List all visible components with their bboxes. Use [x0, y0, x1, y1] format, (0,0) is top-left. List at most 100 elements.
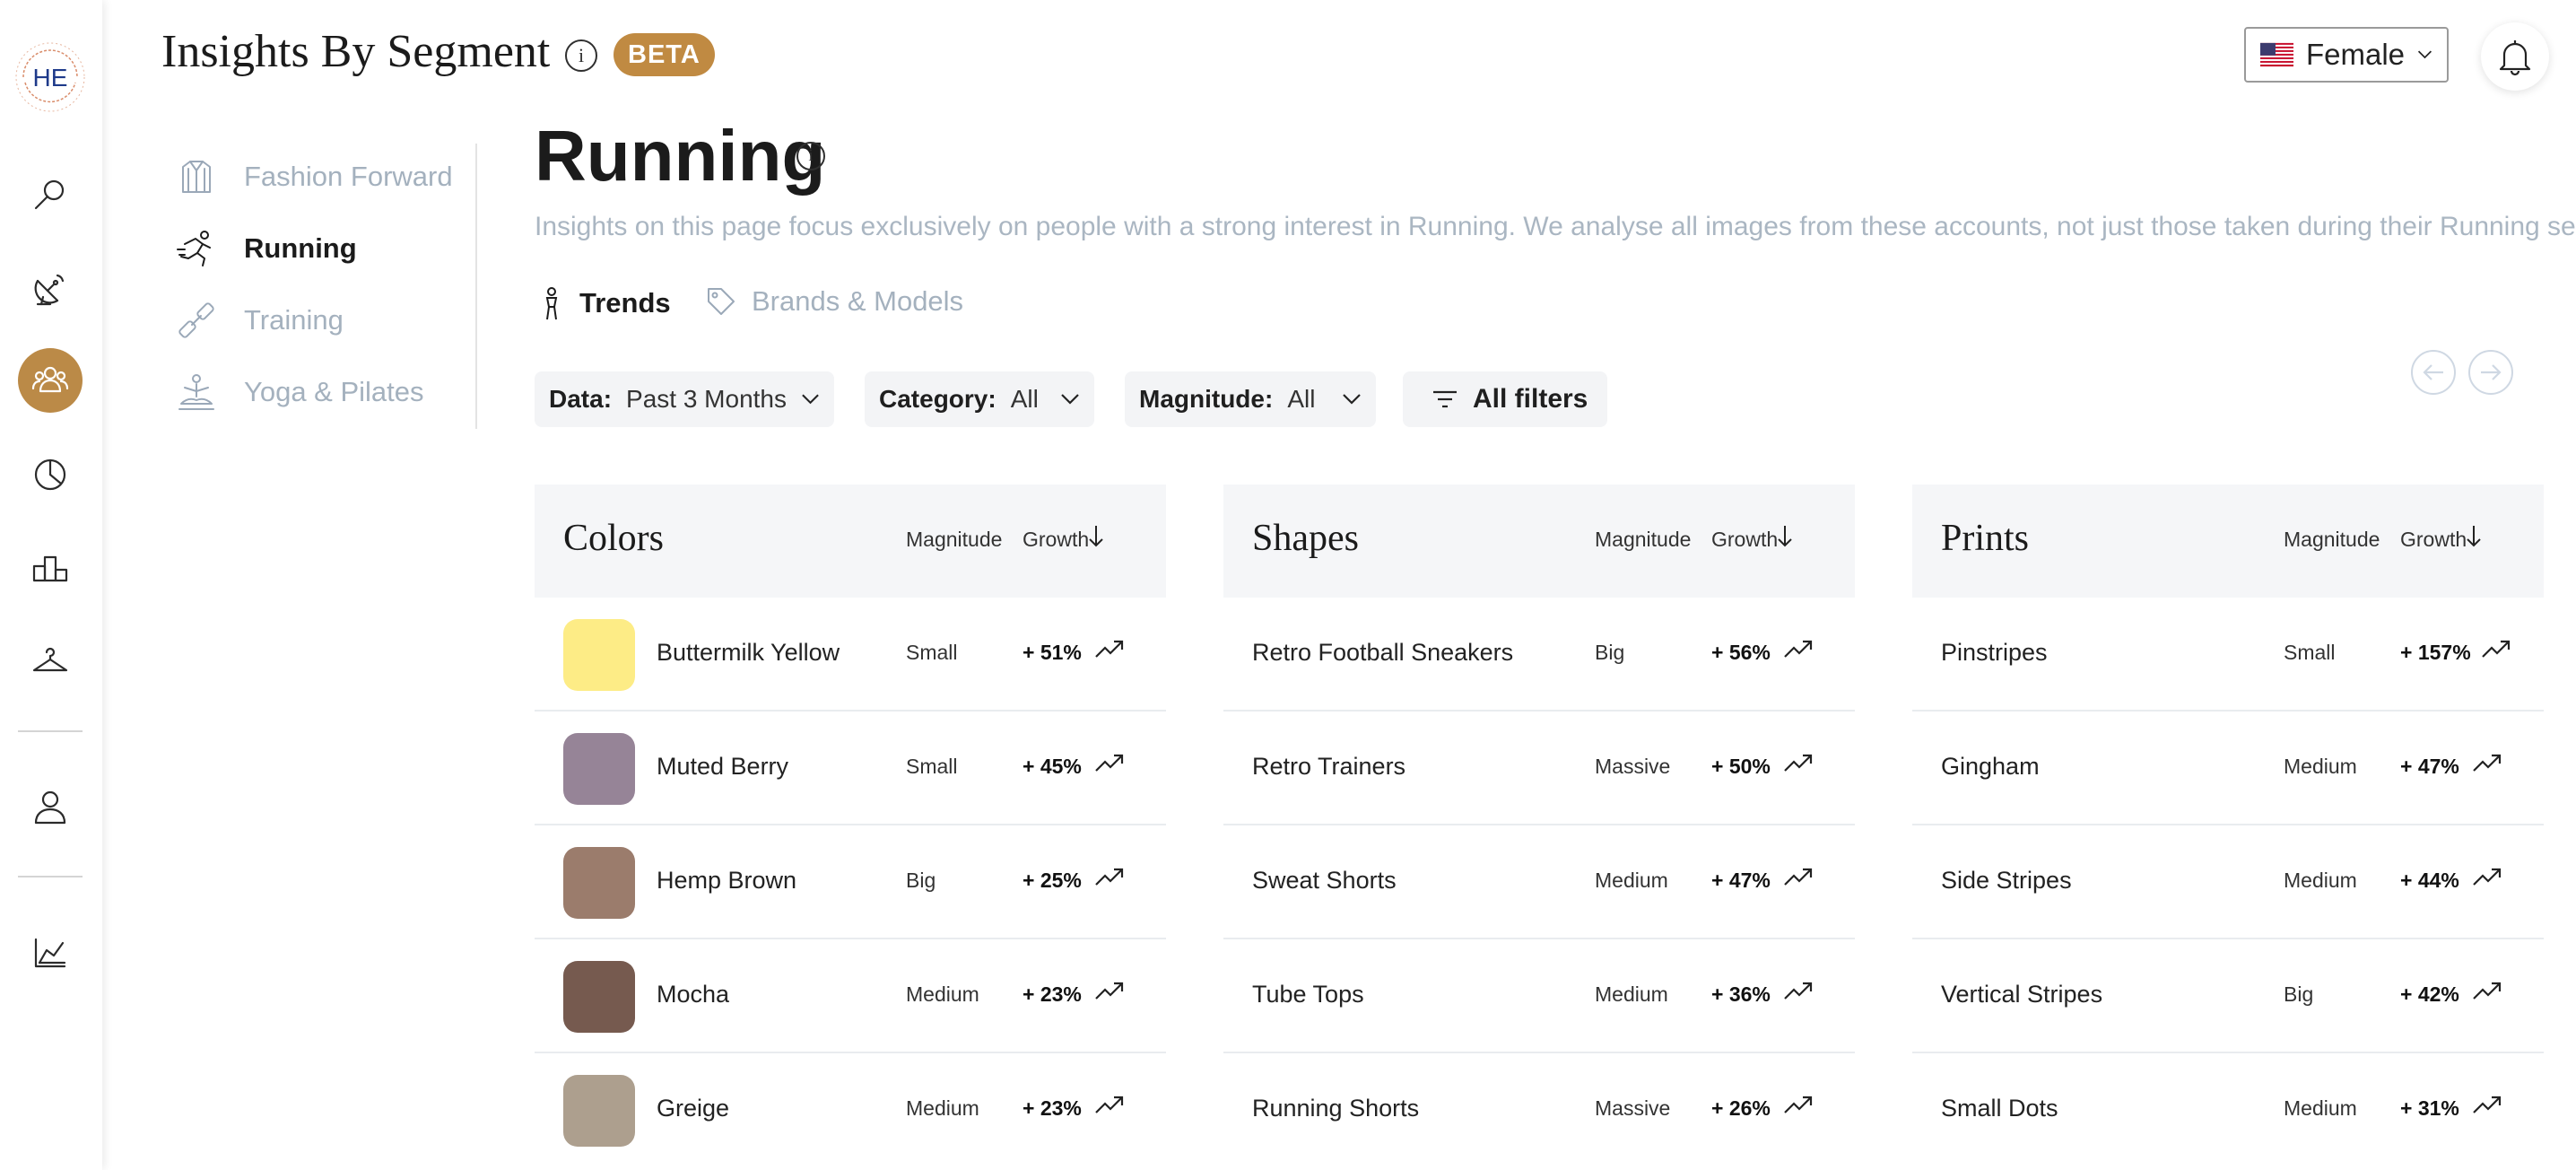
row-growth: + 44% — [2400, 869, 2459, 892]
trending-up-icon — [1095, 640, 1124, 658]
filter-key: Magnitude: — [1139, 385, 1274, 413]
tab-brands-models[interactable]: Brands & Models — [705, 285, 963, 318]
row-magnitude: Small — [2284, 641, 2336, 664]
search-icon[interactable] — [24, 169, 76, 221]
scroll-right-button[interactable] — [2468, 350, 2513, 395]
hanger-icon[interactable] — [24, 635, 76, 687]
trending-up-icon — [1095, 1096, 1124, 1113]
row-growth: + 47% — [1711, 869, 1771, 892]
page-description: Insights on this page focus exclusively … — [535, 212, 2576, 241]
row-magnitude: Massive — [1595, 755, 1671, 778]
category-filter[interactable]: Category: All — [865, 371, 1094, 427]
filter-icon — [1433, 390, 1457, 408]
podium-icon[interactable] — [24, 542, 76, 594]
growth-column-header[interactable]: Growth — [2400, 528, 2467, 552]
table-row[interactable]: Vertical Stripes Big + 42% — [1912, 939, 2544, 1053]
trending-up-icon — [1095, 982, 1124, 1000]
trend-icon — [545, 287, 558, 320]
info-icon[interactable]: i — [565, 39, 597, 72]
sort-down-icon[interactable] — [1776, 524, 1794, 549]
segment-item-fashion-forward[interactable]: Fashion Forward — [176, 156, 453, 197]
notifications-button[interactable] — [2481, 22, 2549, 91]
all-filters-button[interactable]: All filters — [1403, 371, 1607, 427]
filter-value: All — [1010, 385, 1039, 413]
magnitude-column-header[interactable]: Magnitude — [906, 528, 1002, 552]
segment-label: Fashion Forward — [244, 161, 453, 192]
row-name: Small Dots — [1941, 1095, 2058, 1122]
table-row[interactable]: Retro Trainers Massive + 50% — [1223, 712, 1855, 825]
table-row[interactable]: Mocha Medium + 23% — [535, 939, 1166, 1053]
trending-up-icon — [2482, 640, 2511, 658]
table-row[interactable]: Muted Berry Small + 45% — [535, 712, 1166, 825]
trending-up-icon — [1784, 982, 1813, 1000]
table-row[interactable]: Tube Tops Medium + 36% — [1223, 939, 1855, 1053]
table-row[interactable]: Retro Football Sneakers Big + 56% — [1223, 598, 1855, 712]
chevron-down-icon — [1343, 394, 1361, 405]
panel-header: Shapes Magnitude Growth — [1223, 485, 1855, 598]
sort-down-icon[interactable] — [2465, 524, 2483, 549]
table-row[interactable]: Pinstripes Small + 157% — [1912, 598, 2544, 712]
segment-nav: Fashion Forward Running Training Yoga & … — [176, 144, 477, 429]
brand-logo[interactable]: HE — [7, 34, 93, 120]
row-growth: + 25% — [1023, 869, 1082, 892]
row-name: Retro Trainers — [1252, 753, 1406, 780]
people-icon[interactable] — [18, 348, 83, 413]
filter-key: Category: — [879, 385, 996, 413]
trending-up-icon — [1095, 754, 1124, 772]
color-swatch — [563, 619, 635, 691]
row-name: Tube Tops — [1252, 981, 1364, 1008]
magnitude-filter[interactable]: Magnitude: All — [1125, 371, 1376, 427]
table-row[interactable]: Buttermilk Yellow Small + 51% — [535, 598, 1166, 712]
segment-label: Running — [244, 232, 357, 264]
row-name: Gingham — [1941, 753, 2040, 780]
segment-item-training[interactable]: Training — [176, 300, 344, 341]
panel-header: Prints Magnitude Growth — [1912, 485, 2544, 598]
row-growth: + 26% — [1711, 1096, 1771, 1120]
segment-item-yoga-pilates[interactable]: Yoga & Pilates — [176, 371, 424, 413]
trending-up-icon — [1784, 868, 1813, 886]
row-name: Greige — [657, 1095, 730, 1122]
segment-item-running[interactable]: Running — [176, 228, 357, 269]
growth-column-header[interactable]: Growth — [1023, 528, 1089, 552]
filter-key: Data: — [549, 385, 613, 413]
panel-title: Shapes — [1252, 518, 1359, 559]
tag-icon — [708, 288, 735, 315]
trending-up-icon — [2473, 1096, 2502, 1113]
row-growth: + 50% — [1711, 755, 1771, 778]
arrow-right-icon — [2481, 364, 2502, 380]
table-row[interactable]: Side Stripes Medium + 44% — [1912, 825, 2544, 939]
book-chart-icon[interactable] — [24, 926, 76, 978]
row-magnitude: Medium — [906, 982, 979, 1006]
person-icon[interactable] — [24, 781, 76, 833]
row-magnitude: Medium — [2284, 869, 2357, 892]
row-growth: + 36% — [1711, 982, 1771, 1006]
growth-column-header[interactable]: Growth — [1711, 528, 1778, 552]
row-magnitude: Medium — [2284, 755, 2357, 778]
sidebar-divider — [18, 730, 83, 732]
audience-value: Female — [2306, 38, 2406, 71]
sort-down-icon[interactable] — [1087, 524, 1105, 549]
filter-value: All — [1287, 385, 1316, 413]
data-filter[interactable]: Data: Past 3 Months — [535, 371, 834, 427]
row-name: Vertical Stripes — [1941, 981, 2103, 1008]
pie-chart-icon[interactable] — [24, 449, 76, 501]
info-icon[interactable]: i — [796, 142, 825, 170]
table-row[interactable]: Running Shorts Massive + 26% — [1223, 1053, 1855, 1167]
beta-badge: BETA — [614, 33, 715, 76]
table-row[interactable]: Sweat Shorts Medium + 47% — [1223, 825, 1855, 939]
tab-trends[interactable]: Trends — [538, 285, 671, 321]
magnitude-column-header[interactable]: Magnitude — [1595, 528, 1691, 552]
chevron-down-icon — [802, 394, 819, 405]
tab-label: Brands & Models — [752, 285, 964, 317]
row-magnitude: Medium — [906, 1096, 979, 1120]
table-row[interactable]: Greige Medium + 23% — [535, 1053, 1166, 1167]
row-magnitude: Big — [906, 869, 936, 892]
magnitude-column-header[interactable]: Magnitude — [2284, 528, 2380, 552]
scroll-left-button[interactable] — [2411, 350, 2456, 395]
chevron-down-icon — [1061, 394, 1079, 405]
table-row[interactable]: Gingham Medium + 47% — [1912, 712, 2544, 825]
table-row[interactable]: Hemp Brown Big + 25% — [535, 825, 1166, 939]
table-row[interactable]: Small Dots Medium + 31% — [1912, 1053, 2544, 1167]
audience-selector[interactable]: Female — [2244, 27, 2449, 83]
satellite-icon[interactable] — [24, 262, 76, 314]
